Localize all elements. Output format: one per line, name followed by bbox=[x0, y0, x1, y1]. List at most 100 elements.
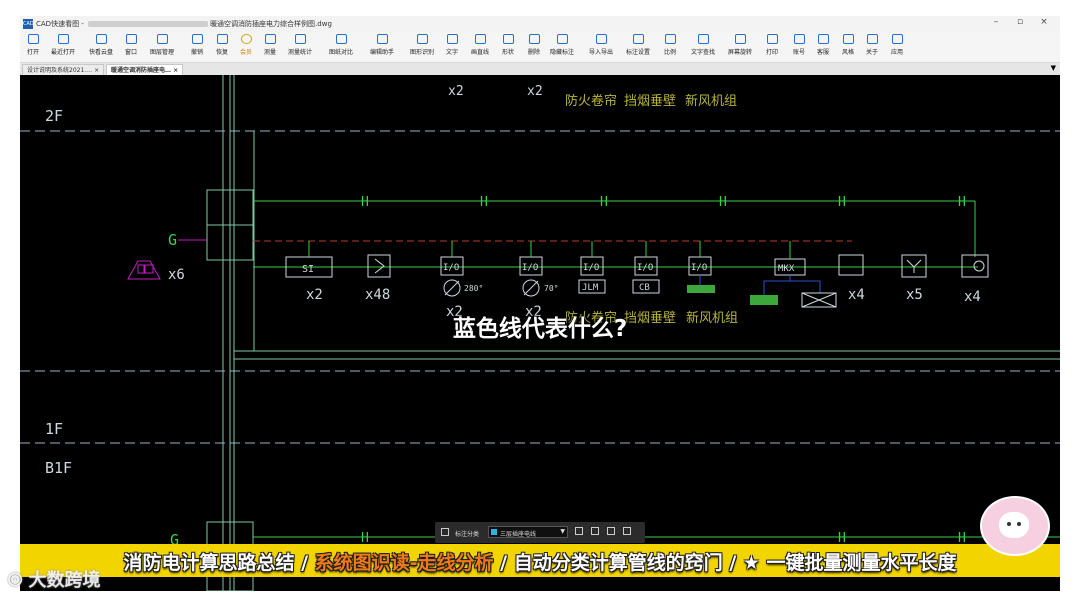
layers-icon bbox=[156, 34, 168, 44]
hatch-block bbox=[750, 295, 778, 305]
document-tabs: 设计说明及系统2021.… × 暖通空调消防插座电… × ▼ bbox=[20, 63, 1060, 76]
device-label: 新风机组 bbox=[685, 93, 737, 109]
tool-hide-annotation-button[interactable]: 隐藏标注 bbox=[549, 34, 575, 56]
device-note: JLM bbox=[582, 283, 599, 293]
manual-alarm-icon bbox=[367, 254, 391, 278]
h-tag: H bbox=[838, 195, 846, 210]
main-toolbar: 打开 最近打开 快看云盘 窗口 图层管理 撤销 恢复 会员 测量 测量统计 图纸… bbox=[20, 32, 1060, 63]
text-icon bbox=[446, 34, 458, 44]
app-window: CAD CAD快速看图 - 暖通空调消防插座电力综合样例图.dwg – ▫ × … bbox=[20, 16, 1060, 591]
h-tag: H bbox=[958, 195, 966, 210]
rotate-screen-icon bbox=[734, 34, 746, 44]
tool-measure-button[interactable]: 测量 bbox=[257, 34, 283, 56]
title-bar: CAD CAD快速看图 - 暖通空调消防插座电力综合样例图.dwg – ▫ × bbox=[20, 16, 1060, 32]
banner-highlight: 系统图识读-走线分析 bbox=[314, 552, 494, 574]
app-logo-icon: CAD bbox=[23, 19, 34, 29]
tool-import-export-button[interactable]: 导入导出 bbox=[588, 34, 614, 56]
info-icon bbox=[866, 34, 878, 44]
watermark-logo: 🞋 大数跨境 bbox=[8, 570, 101, 591]
copy-icon[interactable] bbox=[607, 527, 615, 535]
fire-damper-slash bbox=[523, 280, 539, 296]
undo-icon bbox=[191, 34, 203, 44]
h-tag: H bbox=[361, 195, 369, 210]
edit-assistant-icon bbox=[376, 34, 388, 44]
chevron-down-icon: ▼ bbox=[560, 528, 565, 535]
tool-compare-button[interactable]: 图纸对比 bbox=[328, 34, 354, 56]
h-tag: H bbox=[480, 195, 488, 210]
drawing-canvas[interactable]: H H H H H H H H H H 2F 1F B1F x2 x2 防火卷帘… bbox=[20, 75, 1060, 591]
clock-icon bbox=[57, 34, 69, 44]
tool-scale-button[interactable]: 比例 bbox=[657, 34, 683, 56]
sprinkler-icon bbox=[901, 254, 927, 278]
tool-text-search-button[interactable]: 文字查找 bbox=[690, 34, 716, 56]
tool-shape-recognize-button[interactable]: 图形识别 bbox=[409, 34, 435, 56]
shape-recognize-icon bbox=[416, 34, 428, 44]
apps-icon bbox=[891, 34, 903, 44]
floor-label: 1F bbox=[45, 420, 63, 438]
device-count: x48 bbox=[365, 287, 390, 303]
fan-count: x6 bbox=[168, 267, 185, 283]
folder-icon bbox=[27, 34, 39, 44]
eraser-icon bbox=[528, 34, 540, 44]
measure-icon bbox=[264, 34, 276, 44]
measure-stats-icon bbox=[294, 34, 306, 44]
paste-icon[interactable] bbox=[623, 527, 631, 535]
annotation-category-bar: 标注分类 三层插座电线 ▼ bbox=[435, 522, 645, 543]
shape-icon bbox=[502, 34, 514, 44]
category-color-swatch bbox=[491, 529, 497, 535]
device-tag: SI bbox=[302, 264, 314, 275]
mascot-avatar-icon bbox=[980, 496, 1050, 556]
move-icon[interactable] bbox=[591, 527, 599, 535]
valve-icon bbox=[838, 254, 864, 276]
banner-part-1: 消防电计算思路总结 / bbox=[123, 552, 315, 574]
mascot-face bbox=[999, 512, 1029, 538]
pump-glyph bbox=[973, 260, 985, 272]
floor-label: 2F bbox=[45, 107, 63, 125]
tool-measure-stats-button[interactable]: 测量统计 bbox=[287, 34, 313, 56]
g-tag: G bbox=[168, 231, 177, 249]
tool-recent-button[interactable]: 最近打开 bbox=[50, 34, 76, 56]
account-icon bbox=[793, 34, 805, 44]
hatch-block bbox=[687, 285, 715, 293]
device-note: 280° bbox=[464, 284, 483, 293]
h-tag: H bbox=[719, 195, 727, 210]
h-tag: H bbox=[600, 195, 608, 210]
tool-apps-button[interactable]: 应用 bbox=[884, 34, 910, 56]
device-tag: I/O bbox=[583, 263, 599, 273]
close-button[interactable]: × bbox=[1034, 17, 1054, 27]
text-search-icon bbox=[697, 34, 709, 44]
grid-icon[interactable] bbox=[441, 528, 449, 536]
line-icon bbox=[474, 34, 486, 44]
tool-layers-button[interactable]: 图层管理 bbox=[149, 34, 175, 56]
edit-icon[interactable] bbox=[575, 527, 583, 535]
style-icon bbox=[842, 34, 854, 44]
scale-icon bbox=[664, 34, 676, 44]
device-label: 挡烟垂壁 bbox=[624, 94, 676, 109]
device-count: x4 bbox=[848, 287, 865, 303]
question-caption: 蓝色线代表什么? bbox=[452, 316, 628, 342]
tool-rotate-screen-button[interactable]: 屏幕旋转 bbox=[727, 34, 753, 56]
tool-window-button[interactable]: 窗口 bbox=[118, 34, 144, 56]
redo-icon bbox=[216, 34, 228, 44]
print-icon bbox=[766, 34, 778, 44]
tool-annotation-settings-button[interactable]: 标注设置 bbox=[625, 34, 651, 56]
device-count: x5 bbox=[906, 287, 923, 303]
annotation-category-select[interactable]: 三层插座电线 ▼ bbox=[488, 526, 568, 538]
device-tag: I/O bbox=[443, 263, 459, 273]
device-tag: I/O bbox=[637, 263, 653, 273]
banner-part-3: / 自动分类计算管线的窍门 / ★ 一键批量测量水平长度 bbox=[493, 552, 957, 574]
minimize-button[interactable]: – bbox=[986, 17, 1006, 27]
tool-edit-assistant-button[interactable]: 编辑助手 bbox=[369, 34, 395, 56]
device-tag: I/O bbox=[691, 263, 707, 273]
maximize-button[interactable]: ▫ bbox=[1010, 17, 1030, 27]
window-title: CAD快速看图 - 暖通空调消防插座电力综合样例图.dwg bbox=[36, 20, 332, 28]
vip-icon bbox=[240, 34, 252, 44]
compare-icon bbox=[335, 34, 347, 44]
manual-alarm-glyph bbox=[374, 258, 385, 274]
tabs-menu-icon[interactable]: ▼ bbox=[1051, 64, 1056, 72]
device-tag: MKX bbox=[778, 264, 795, 274]
annotation-settings-icon bbox=[632, 34, 644, 44]
fan-symbol-icon bbox=[127, 260, 161, 280]
tool-cloud-button[interactable]: 快看云盘 bbox=[88, 34, 114, 56]
tool-open-button[interactable]: 打开 bbox=[20, 34, 46, 56]
